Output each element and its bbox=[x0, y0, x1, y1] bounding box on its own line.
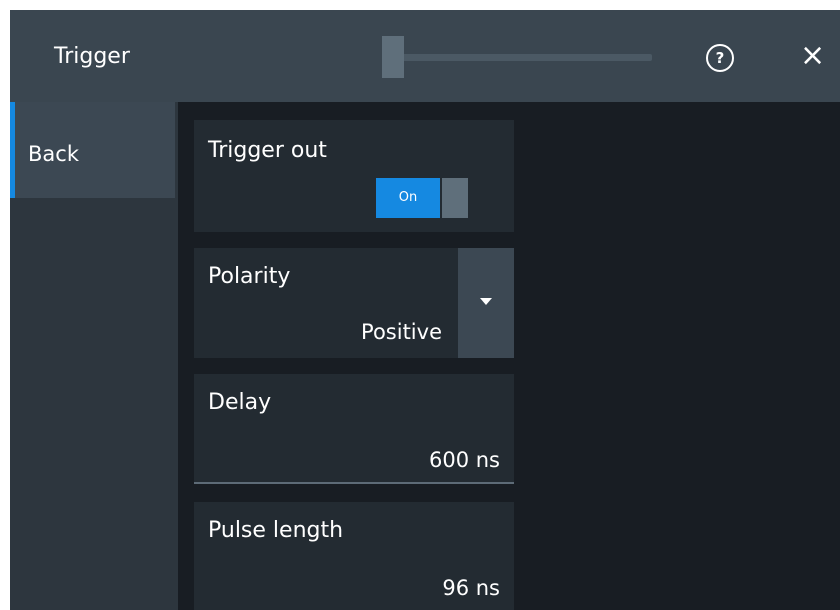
delay-underline bbox=[194, 482, 514, 484]
pulse-length-label: Pulse length bbox=[208, 518, 344, 543]
polarity-value: Positive bbox=[361, 320, 442, 344]
delay-value: 600 ns bbox=[428, 448, 500, 472]
polarity-select[interactable]: Polarity Positive bbox=[194, 248, 514, 358]
help-icon[interactable]: ? bbox=[706, 44, 734, 72]
polarity-dropdown-button[interactable] bbox=[458, 248, 514, 358]
toggle-knob bbox=[442, 178, 468, 218]
delay-label: Delay bbox=[208, 390, 272, 415]
sidebar: Back bbox=[10, 102, 178, 610]
trigger-dialog: Trigger ? × Back Trigger out On Polarity… bbox=[10, 10, 840, 610]
delay-field[interactable]: Delay 600 ns bbox=[194, 374, 514, 484]
pulse-length-field[interactable]: Pulse length 96 ns bbox=[194, 502, 514, 610]
pulse-length-value: 96 ns bbox=[442, 576, 500, 600]
back-accent-bar bbox=[10, 102, 15, 198]
scroll-track[interactable] bbox=[382, 54, 652, 61]
close-symbol: × bbox=[800, 38, 826, 73]
trigger-out-toggle[interactable]: On bbox=[376, 178, 468, 218]
close-icon[interactable]: × bbox=[800, 41, 825, 71]
trigger-out-panel: Trigger out On bbox=[194, 120, 514, 232]
scroll-thumb[interactable] bbox=[382, 36, 404, 78]
back-button[interactable]: Back bbox=[10, 102, 175, 198]
title-bar: Trigger ? × bbox=[10, 10, 840, 102]
help-symbol: ? bbox=[715, 49, 725, 67]
toggle-on-label: On bbox=[376, 178, 440, 218]
polarity-label: Polarity bbox=[208, 264, 291, 289]
trigger-out-label: Trigger out bbox=[208, 138, 327, 163]
dropdown-arrow-icon bbox=[480, 298, 492, 305]
dialog-title: Trigger bbox=[54, 44, 130, 69]
back-label: Back bbox=[28, 142, 79, 166]
